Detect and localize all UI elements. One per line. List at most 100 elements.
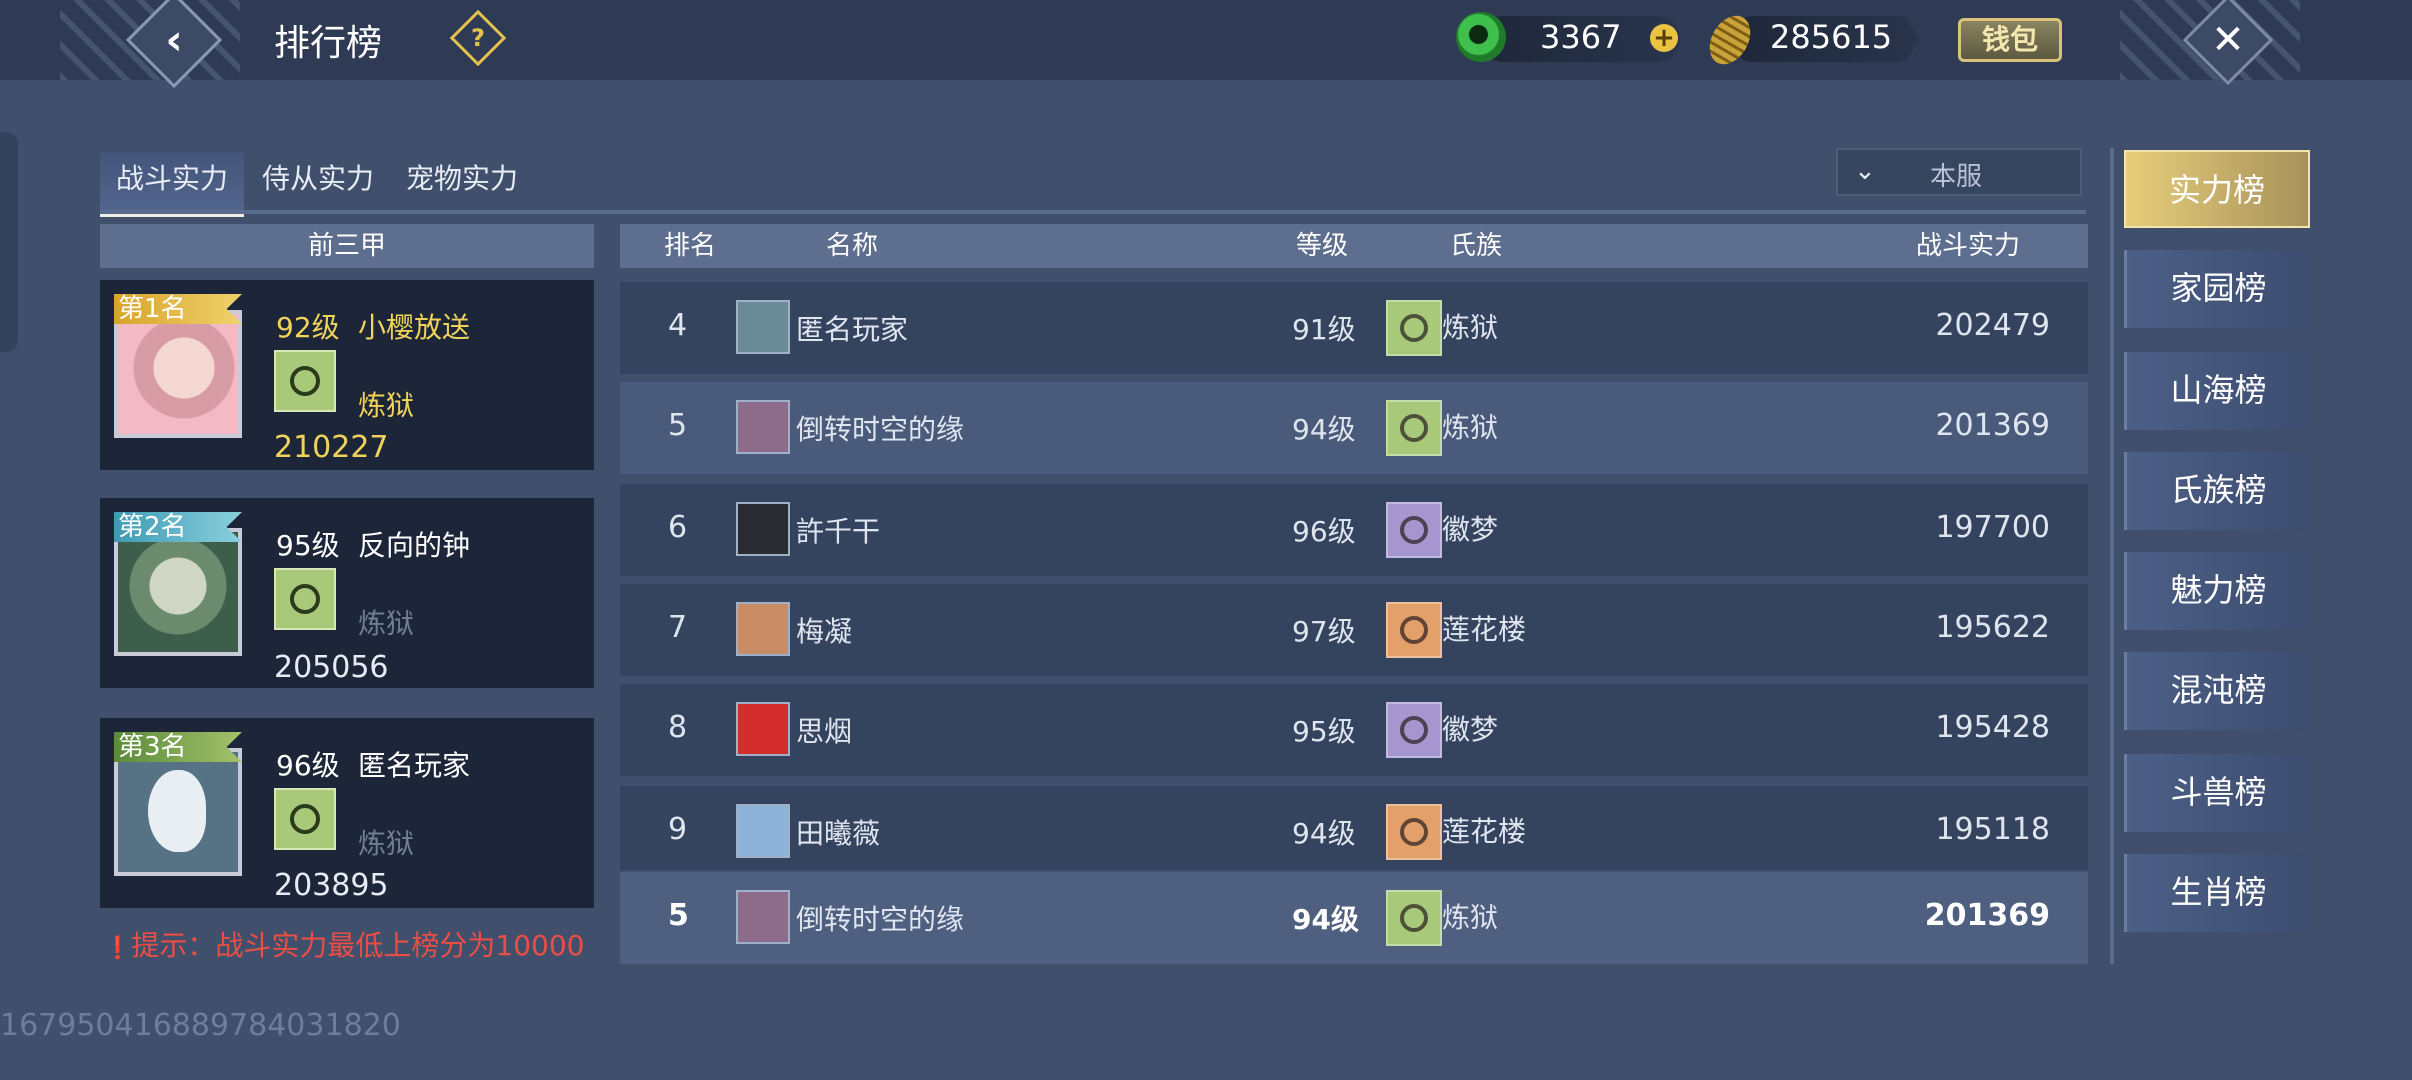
row-power: 201369 — [1924, 898, 2050, 933]
tab-pet-power[interactable]: 宠物实力 — [394, 152, 530, 212]
row-level: 95级 — [1292, 715, 1356, 748]
uid-watermark: 1679504168897840318​20 — [0, 1008, 401, 1043]
close-icon: ✕ — [2211, 17, 2245, 63]
table-row[interactable]: 7 梅凝 97级 莲花楼 195622 — [620, 584, 2088, 676]
jade-amount: 3367 — [1540, 18, 1622, 56]
side-handle[interactable] — [0, 132, 18, 352]
avatar — [736, 300, 790, 354]
server-dropdown-value: 本服 — [1930, 162, 1983, 192]
clan-emblem-icon — [1386, 602, 1442, 658]
avatar — [114, 310, 242, 438]
table-row[interactable]: 8 思烟 95级 徽梦 195428 — [620, 684, 2088, 776]
row-name: 倒转时空的缘 — [796, 413, 965, 446]
col-clan: 氏族 — [1450, 231, 1503, 261]
clan-emblem-icon — [1386, 502, 1442, 558]
rank-badge: 第1名 — [114, 294, 242, 324]
row-level: 94级 — [1292, 903, 1359, 936]
chevron-left-icon: ‹ — [165, 15, 183, 64]
col-level: 等级 — [1296, 231, 1349, 261]
server-dropdown[interactable]: ⌄ 本服 — [1836, 148, 2082, 196]
row-clan: 炼狱 — [1442, 411, 1499, 444]
page-title: 排行榜 — [274, 23, 383, 64]
jade-icon — [1456, 12, 1506, 62]
row-level: 94级 — [1292, 413, 1356, 446]
top3-card[interactable]: 第2名 95级 反向的钟 炼狱 205056 — [100, 498, 594, 688]
avatar — [736, 602, 790, 656]
avatar — [114, 528, 242, 656]
top3-card[interactable]: 第1名 92级 小樱放送 炼狱 210227 — [100, 280, 594, 470]
nav-divider — [2110, 148, 2114, 964]
table-header: 排名 名称 等级 氏族 战斗实力 — [620, 224, 2088, 268]
top3-header: 前三甲 — [100, 224, 594, 268]
hint-label: 提示：战斗实力最低上榜分为10000 — [131, 929, 585, 962]
player-level: 96级 — [276, 749, 340, 782]
table-row[interactable]: 4 匿名玩家 91级 炼狱 202479 — [620, 282, 2088, 374]
clan-emblem-icon — [274, 788, 336, 850]
nav-chaos-ranking[interactable]: 混沌榜 — [2124, 652, 2310, 730]
nav-power-ranking[interactable]: 实力榜 — [2124, 150, 2310, 228]
player-power: 210227 — [274, 430, 389, 465]
avatar — [736, 400, 790, 454]
row-clan: 炼狱 — [1442, 901, 1499, 934]
question-icon: ? — [471, 24, 485, 52]
clan-emblem-icon — [1386, 400, 1442, 456]
row-power: 195118 — [1935, 812, 2050, 847]
player-power: 205056 — [274, 650, 389, 685]
nav-charm-ranking[interactable]: 魅力榜 — [2124, 552, 2310, 630]
row-rank: 5 — [668, 898, 689, 933]
player-clan: 炼狱 — [358, 389, 415, 422]
clan-emblem-icon — [1386, 804, 1442, 860]
table-row[interactable]: 6 許千干 96级 徽梦 197700 — [620, 484, 2088, 576]
nav-zodiac-ranking[interactable]: 生肖榜 — [2124, 854, 2310, 932]
clan-emblem-icon — [1386, 702, 1442, 758]
row-power: 197700 — [1935, 510, 2050, 545]
avatar — [114, 748, 242, 876]
row-rank: 9 — [668, 812, 688, 847]
row-name: 思烟 — [796, 715, 853, 748]
avatar — [736, 890, 790, 944]
col-power: 战斗实力 — [1916, 231, 2021, 261]
nav-shanhai-ranking[interactable]: 山海榜 — [2124, 352, 2310, 430]
nav-home-ranking[interactable]: 家园榜 — [2124, 250, 2310, 328]
player-level: 92级 — [276, 311, 340, 344]
nav-beast-ranking[interactable]: 斗兽榜 — [2124, 754, 2310, 832]
player-clan: 炼狱 — [358, 827, 415, 860]
avatar — [736, 702, 790, 756]
row-level: 97级 — [1292, 615, 1356, 648]
table-row[interactable]: 5 倒转时空的缘 94级 炼狱 201369 — [620, 382, 2088, 474]
row-level: 91级 — [1292, 313, 1356, 346]
avatar — [736, 804, 790, 858]
nav-clan-ranking[interactable]: 氏族榜 — [2124, 452, 2310, 530]
row-power: 202479 — [1935, 308, 2050, 343]
row-clan: 徽梦 — [1442, 713, 1499, 746]
row-power: 195428 — [1935, 710, 2050, 745]
clan-emblem-icon — [274, 350, 336, 412]
col-name: 名称 — [826, 231, 879, 261]
row-rank: 5 — [668, 408, 688, 443]
wallet-button[interactable]: 钱包 — [1958, 18, 2062, 62]
add-jade-button[interactable]: + — [1650, 24, 1678, 52]
row-rank: 4 — [668, 308, 688, 343]
row-power: 201369 — [1935, 408, 2050, 443]
row-name: 許千干 — [796, 515, 881, 548]
tab-divider — [100, 210, 2086, 214]
table-row[interactable]: 9 田曦薇 94级 莲花楼 195118 — [620, 786, 2088, 870]
top3-card[interactable]: 第3名 96级 匿名玩家 炼狱 203895 — [100, 718, 594, 908]
row-name: 倒转时空的缘 — [796, 903, 965, 936]
tab-battle-power[interactable]: 战斗实力 — [100, 152, 244, 217]
row-name: 梅凝 — [796, 615, 853, 648]
player-level: 95级 — [276, 529, 340, 562]
row-clan: 莲花楼 — [1442, 815, 1527, 848]
my-rank-row[interactable]: 5 倒转时空的缘 94级 炼狱 201369 — [620, 872, 2088, 964]
avatar — [736, 502, 790, 556]
tab-attendant-power[interactable]: 侍从实力 — [250, 152, 386, 212]
row-clan: 徽梦 — [1442, 513, 1499, 546]
row-clan: 炼狱 — [1442, 311, 1499, 344]
row-clan: 莲花楼 — [1442, 613, 1527, 646]
row-level: 96级 — [1292, 515, 1356, 548]
gold-amount: 285615 — [1770, 18, 1893, 56]
row-rank: 7 — [668, 610, 688, 645]
row-rank: 6 — [668, 510, 688, 545]
hint-text: ❗提示：战斗实力最低上榜分为10000 — [104, 924, 584, 964]
player-name: 匿名玩家 — [358, 749, 471, 782]
